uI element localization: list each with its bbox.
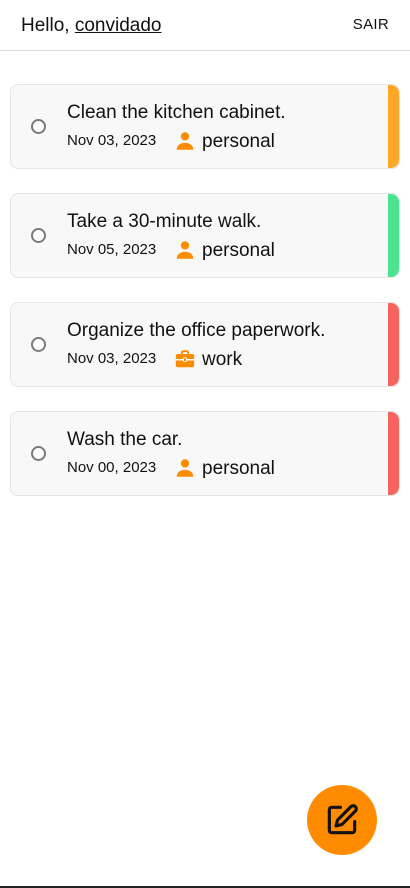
task-category: work (202, 349, 243, 370)
logout-button[interactable]: SAIR (353, 16, 389, 33)
priority-bar (388, 85, 399, 168)
person-icon (176, 459, 194, 477)
task-category: personal (202, 458, 275, 479)
task-date: Nov 00, 2023 (67, 459, 157, 476)
priority-bar (388, 303, 399, 386)
priority-bar (388, 412, 399, 495)
task-card[interactable]: Clean the kitchen cabinet. Nov 03, 2023 … (10, 84, 400, 169)
greeting-text: Hello, (21, 15, 70, 36)
person-icon (176, 241, 194, 259)
new-task-button[interactable] (307, 785, 377, 855)
person-icon (176, 132, 194, 150)
task-title: Take a 30-minute walk. (67, 211, 262, 232)
task-title: Wash the car. (67, 429, 183, 450)
task-list: Clean the kitchen cabinet. Nov 03, 2023 … (10, 84, 400, 520)
task-category: personal (202, 131, 275, 152)
task-complete-radio[interactable] (31, 337, 46, 352)
greeting: Hello, convidado (21, 15, 161, 37)
task-title: Clean the kitchen cabinet. (67, 102, 286, 123)
task-complete-radio[interactable] (31, 446, 46, 461)
task-card[interactable]: Organize the office paperwork. Nov 03, 2… (10, 302, 400, 387)
briefcase-icon (175, 350, 195, 368)
task-complete-radio[interactable] (31, 228, 46, 243)
priority-bar (388, 194, 399, 277)
task-card[interactable]: Wash the car. Nov 00, 2023 personal (10, 411, 400, 496)
task-title: Organize the office paperwork. (67, 320, 326, 341)
username-link[interactable]: convidado (75, 15, 162, 36)
task-complete-radio[interactable] (31, 119, 46, 134)
task-date: Nov 03, 2023 (67, 132, 157, 149)
task-date: Nov 05, 2023 (67, 241, 157, 258)
edit-icon (327, 804, 358, 835)
task-category: personal (202, 240, 275, 261)
app-header: Hello, convidado SAIR (0, 0, 410, 51)
task-card[interactable]: Take a 30-minute walk. Nov 05, 2023 pers… (10, 193, 400, 278)
task-date: Nov 03, 2023 (67, 350, 157, 367)
